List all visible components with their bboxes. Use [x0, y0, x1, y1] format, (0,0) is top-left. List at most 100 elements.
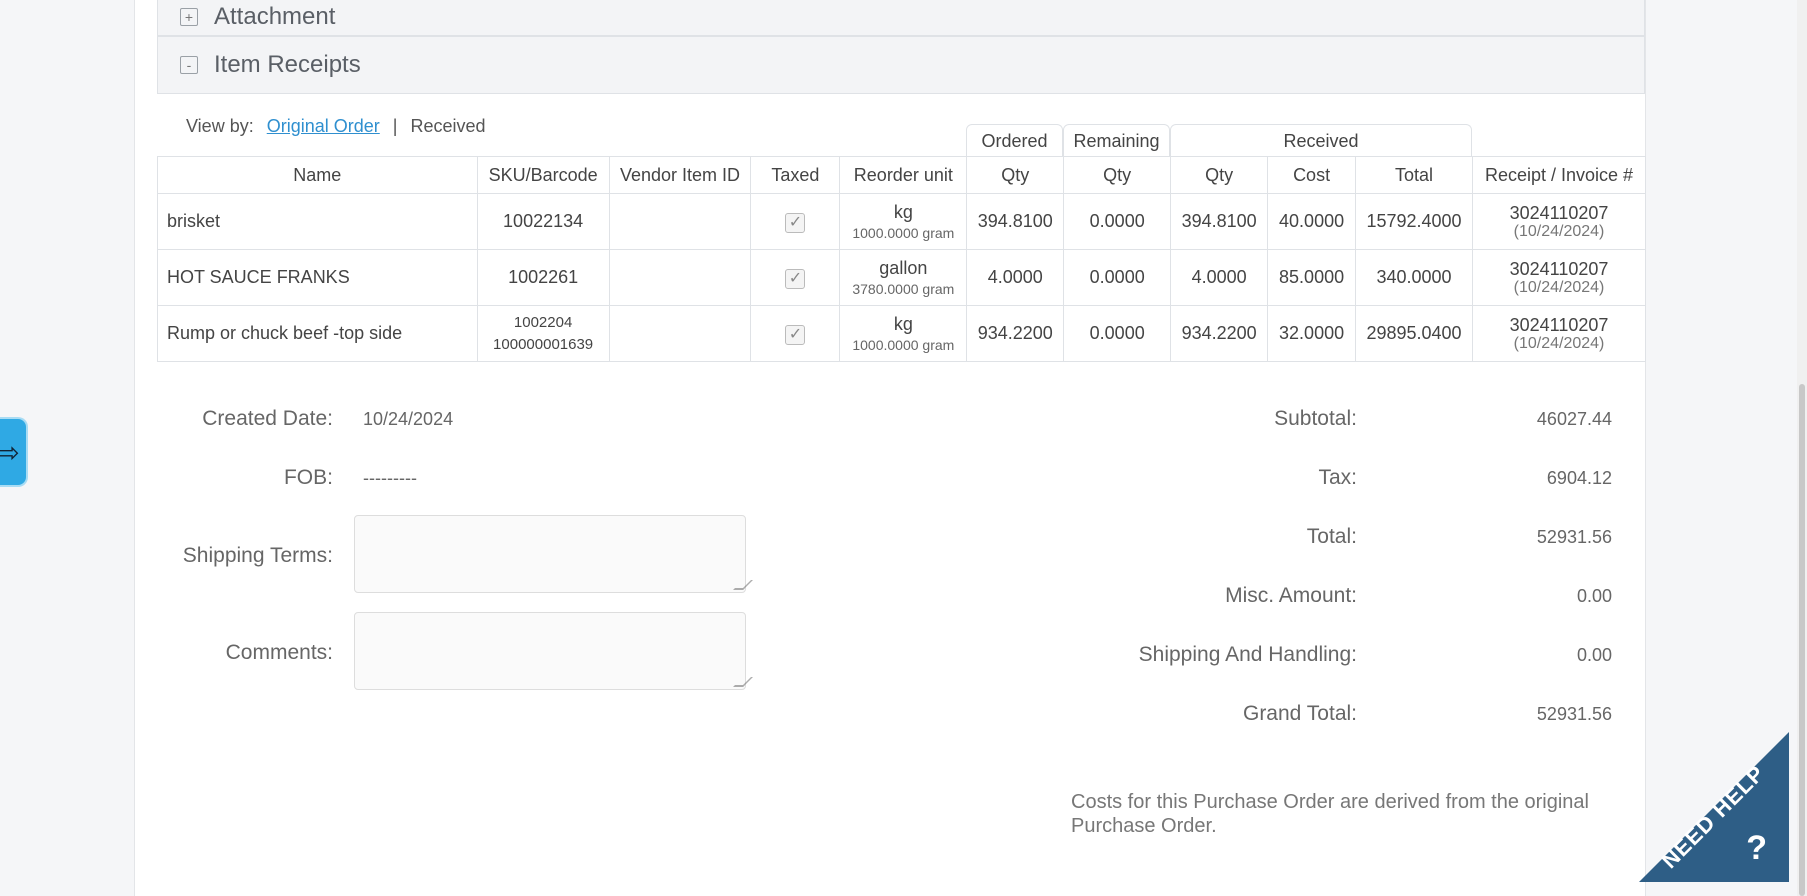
item-vendor-id: [608, 249, 752, 306]
page-scrollbar[interactable]: [1797, 0, 1807, 896]
arrow-right-icon: ⇨: [0, 436, 20, 468]
ordered-group-header: Ordered: [966, 124, 1063, 156]
item-sku: 10022134: [476, 193, 610, 250]
unit-conversion: 1000.0000 gram: [852, 337, 955, 353]
tax-value: 6904.12: [1546, 468, 1612, 488]
invoice-date: (10/24/2024): [1513, 279, 1605, 296]
item-receipts-title: Item Receipts: [214, 51, 361, 78]
shipping-terms-label: Shipping Terms:: [182, 544, 333, 567]
collapse-icon[interactable]: -: [180, 56, 198, 74]
grand-total-label: Grand Total:: [1242, 702, 1357, 725]
shipping-handling-label: Shipping And Handling:: [1138, 643, 1357, 666]
shipping-handling-value: 0.00: [1576, 645, 1612, 665]
item-name: brisket: [157, 193, 478, 250]
side-drawer-tab[interactable]: ⇨: [0, 419, 26, 485]
attachment-title: Attachment: [214, 3, 336, 30]
misc-amount-label: Misc. Amount:: [1225, 584, 1357, 607]
subtotal-label: Subtotal:: [1274, 407, 1357, 430]
fob-value: ---------: [363, 468, 417, 488]
item-received-qty: 934.2200: [1170, 305, 1269, 362]
col-reorder-unit[interactable]: Reorder unit: [839, 156, 968, 194]
unit-conversion: 3780.0000 gram: [852, 281, 955, 297]
scrollbar-thumb[interactable]: [1799, 384, 1805, 896]
item-cost: 40.0000: [1267, 193, 1357, 250]
item-invoice: 3024110207 (10/24/2024): [1472, 305, 1646, 362]
original-order-link[interactable]: Original Order: [267, 116, 380, 136]
sku-secondary: 100000001639: [493, 335, 594, 353]
col-remaining-qty[interactable]: Qty: [1063, 156, 1172, 194]
invoice-number: 3024110207: [1509, 259, 1609, 279]
item-taxed: ✓: [750, 193, 841, 250]
fob-label: FOB:: [283, 466, 333, 489]
item-invoice: 3024110207 (10/24/2024): [1472, 249, 1646, 306]
col-invoice[interactable]: Receipt / Invoice #: [1472, 156, 1646, 194]
item-cost: 32.0000: [1267, 305, 1357, 362]
invoice-number: 3024110207: [1509, 203, 1609, 223]
item-sku: 1002204 100000001639: [476, 305, 610, 362]
item-vendor-id: [608, 305, 752, 362]
total-label: Total:: [1306, 525, 1357, 548]
invoice-number: 3024110207: [1509, 315, 1609, 335]
view-by-bar: View by: Original Order | Received: [186, 116, 486, 137]
comments-label: Comments:: [225, 641, 333, 664]
col-received-qty[interactable]: Qty: [1170, 156, 1269, 194]
question-icon: ?: [1746, 829, 1767, 867]
col-cost[interactable]: Cost: [1267, 156, 1357, 194]
item-receipts-table: Name SKU/Barcode Vendor Item ID Taxed Re…: [157, 156, 1646, 362]
view-by-label: View by:: [186, 116, 254, 136]
received-group-header: Received: [1170, 124, 1472, 156]
item-total: 340.0000: [1355, 249, 1473, 306]
checkbox-checked-icon[interactable]: ✓: [785, 324, 806, 345]
unit-conversion: 1000.0000 gram: [852, 225, 955, 241]
item-name: HOT SAUCE FRANKS: [157, 249, 478, 306]
received-view-label[interactable]: Received: [410, 116, 485, 136]
col-taxed[interactable]: Taxed: [750, 156, 841, 194]
subtotal-value: 46027.44: [1536, 409, 1612, 429]
item-received-qty: 4.0000: [1170, 249, 1269, 306]
item-unit: kg 1000.0000 gram: [839, 193, 968, 250]
cost-note: Costs for this Purchase Order are derive…: [1071, 791, 1589, 837]
item-unit: kg 1000.0000 gram: [839, 305, 968, 362]
item-unit: gallon 3780.0000 gram: [839, 249, 968, 306]
total-value: 52931.56: [1536, 527, 1612, 547]
table-row: brisket 10022134 ✓ kg 1000.0000 gram 394.…: [157, 193, 1646, 250]
tax-label: Tax:: [1318, 466, 1357, 489]
sku-primary: 1002204: [513, 313, 573, 331]
checkbox-checked-icon[interactable]: ✓: [785, 212, 806, 233]
item-ordered-qty: 394.8100: [966, 193, 1065, 250]
item-ordered-qty: 934.2200: [966, 305, 1065, 362]
created-date-value: 10/24/2024: [363, 409, 454, 429]
unit-name: kg: [893, 202, 913, 222]
shipping-terms-input[interactable]: [354, 515, 753, 593]
col-ordered-qty[interactable]: Qty: [966, 156, 1065, 194]
item-remaining-qty: 0.0000: [1063, 193, 1172, 250]
view-by-separator: |: [392, 116, 398, 136]
item-receipts-section-header[interactable]: - Item Receipts: [157, 36, 1645, 94]
item-received-qty: 394.8100: [1170, 193, 1269, 250]
item-total: 15792.4000: [1355, 193, 1473, 250]
unit-name: gallon: [879, 258, 928, 278]
misc-amount-value: 0.00: [1576, 586, 1612, 606]
item-cost: 85.0000: [1267, 249, 1357, 306]
item-taxed: ✓: [750, 249, 841, 306]
need-help-button[interactable]: NEED HELP ?: [1639, 732, 1789, 882]
invoice-date: (10/24/2024): [1513, 223, 1605, 240]
grand-total-value: 52931.56: [1536, 704, 1612, 724]
item-remaining-qty: 0.0000: [1063, 249, 1172, 306]
checkbox-checked-icon[interactable]: ✓: [785, 268, 806, 289]
col-name[interactable]: Name: [157, 156, 478, 194]
item-remaining-qty: 0.0000: [1063, 305, 1172, 362]
col-vendor-item-id[interactable]: Vendor Item ID: [608, 156, 752, 194]
expand-icon[interactable]: +: [180, 8, 198, 26]
col-sku[interactable]: SKU/Barcode: [476, 156, 610, 194]
col-total[interactable]: Total: [1355, 156, 1473, 194]
item-invoice: 3024110207 (10/24/2024): [1472, 193, 1646, 250]
comments-input[interactable]: [354, 612, 753, 690]
item-taxed: ✓: [750, 305, 841, 362]
table-row: Rump or chuck beef -top side 1002204 1000…: [157, 305, 1646, 362]
item-sku: 1002261: [476, 249, 610, 306]
item-name: Rump or chuck beef -top side: [157, 305, 478, 362]
unit-name: kg: [893, 314, 913, 334]
created-date-label: Created Date:: [202, 407, 333, 430]
attachment-section-header[interactable]: + Attachment: [157, 0, 1645, 36]
